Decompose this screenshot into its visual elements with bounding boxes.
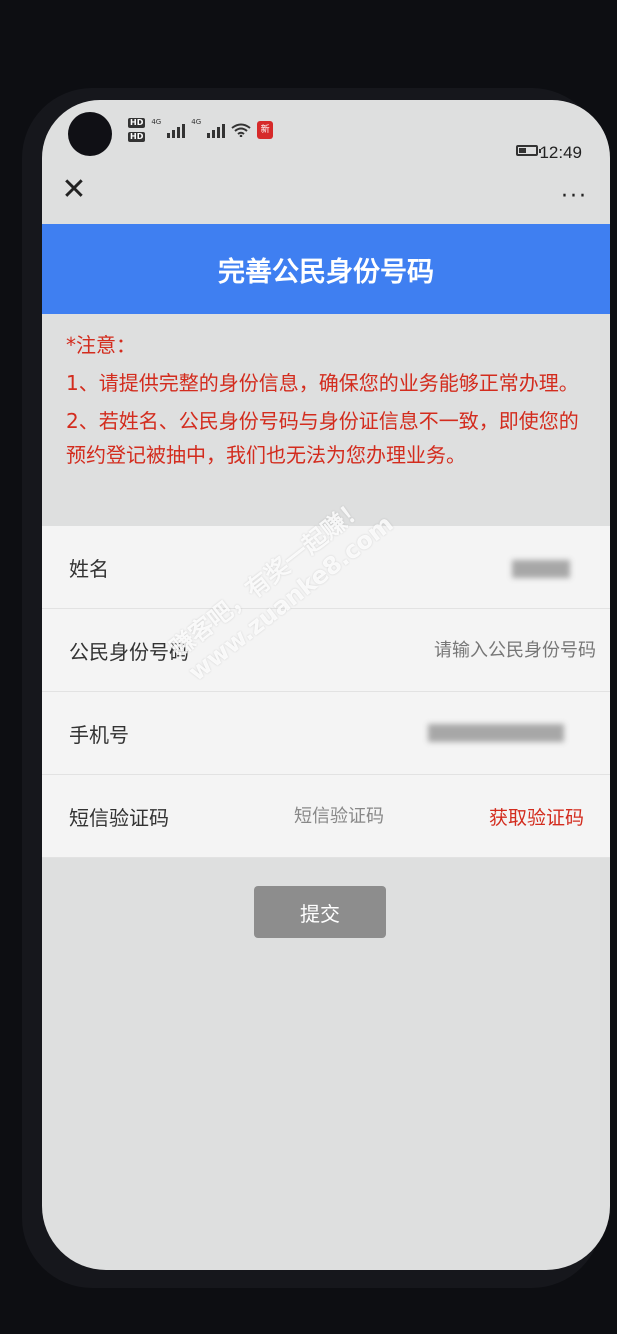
signal-bars-icon [167, 122, 186, 138]
redacted-name-value [512, 560, 570, 578]
submit-button[interactable]: 提交 [254, 886, 386, 938]
network-type-label: 4G [151, 118, 162, 126]
network-type-label: 4G [191, 118, 202, 126]
status-bar: HD HD 4G 4G 新 12:49 [42, 100, 610, 170]
get-code-button[interactable]: 获取验证码 [489, 803, 584, 830]
notice-block: *注意： 1、请提供完整的身份信息，确保您的业务能够正常办理。 2、若姓名、公民… [66, 328, 594, 476]
signal-indicators: HD HD 4G 4G 新 [128, 118, 274, 142]
signal-bars-icon [207, 122, 226, 138]
phone-screen: HD HD 4G 4G 新 12:49 ✕ ··· 完善公民身份号码 *注意： … [42, 100, 610, 1270]
redacted-phone-value [428, 724, 564, 742]
app-notification-icon: 新 [257, 121, 274, 139]
wifi-icon [231, 123, 251, 137]
sms-code-label: 短信验证码 [69, 805, 169, 830]
id-number-input[interactable] [372, 638, 598, 662]
status-time: 12:49 [539, 143, 582, 162]
notice-item-1: 1、请提供完整的身份信息，确保您的业务能够正常办理。 [66, 371, 579, 395]
name-label: 姓名 [69, 556, 109, 581]
phone-label: 手机号 [69, 722, 129, 747]
notice-item-2: 2、若姓名、公民身份号码与身份证信息不一致，即使您的预约登记被抽中，我们也无法为… [66, 409, 579, 467]
front-camera [68, 112, 112, 156]
hd-badge: HD [128, 132, 146, 142]
more-options-icon[interactable]: ··· [561, 186, 588, 208]
id-number-row[interactable]: 公民身份号码 [42, 609, 610, 692]
battery-icon [516, 145, 541, 156]
close-icon[interactable]: ✕ [58, 174, 90, 206]
hd-badge: HD [128, 118, 146, 128]
page-title: 完善公民身份号码 [218, 256, 434, 288]
page-title-bar: 完善公民身份号码 [42, 224, 610, 314]
sms-code-input[interactable] [292, 804, 456, 828]
phone-row[interactable]: 手机号 [42, 692, 610, 775]
sms-code-row[interactable]: 短信验证码 获取验证码 [42, 775, 610, 858]
notice-heading: *注意： [66, 333, 136, 357]
